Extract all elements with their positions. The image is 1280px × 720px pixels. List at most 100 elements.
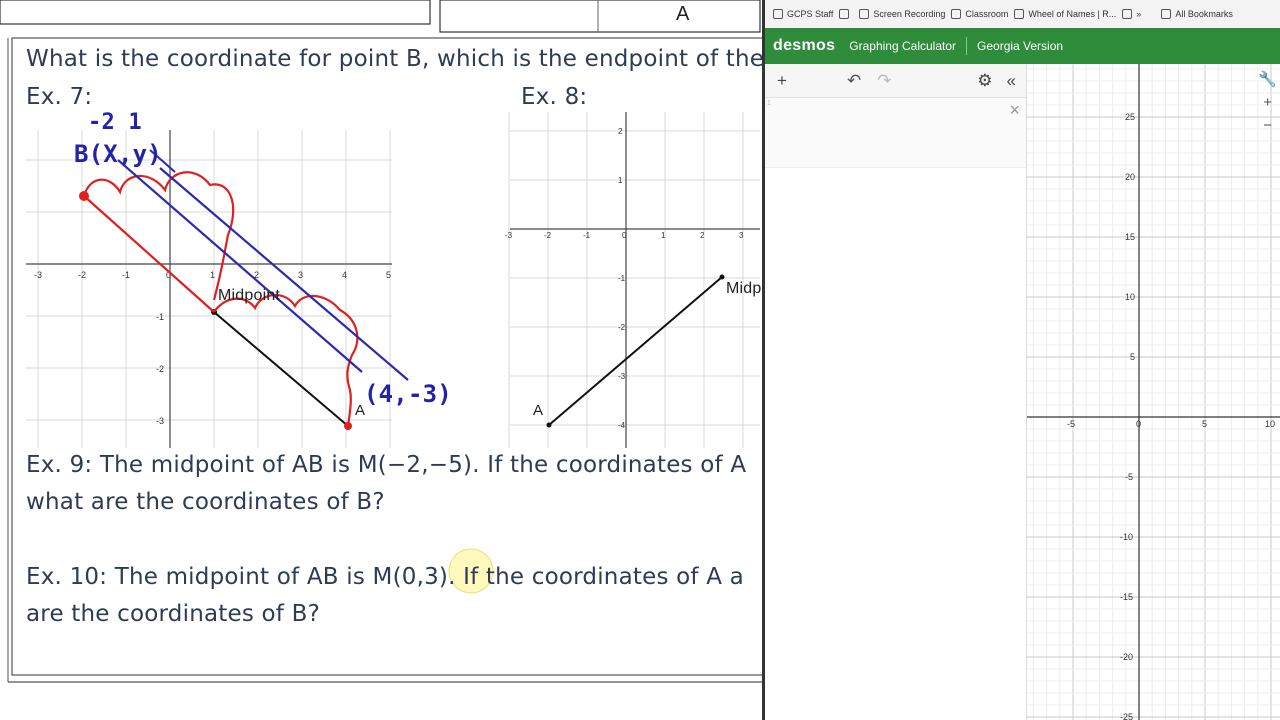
y-tick-label: -25 [1120, 712, 1133, 720]
bookmark-6[interactable]: All Bookmarks [1161, 9, 1233, 19]
ex7-segment [213, 311, 349, 427]
delete-expression-icon[interactable]: × [1009, 100, 1020, 121]
graph-canvas[interactable]: -10-50510252015105-5-10-15-20-25 [998, 64, 1280, 720]
red-ink-line [83, 195, 215, 313]
ex7-y-tick: -2 [156, 364, 164, 374]
y-tick-label: -15 [1120, 592, 1133, 602]
ex8-midpoint-dot [719, 274, 725, 280]
x-tick-label: 5 [1202, 419, 1207, 429]
wrench-icon[interactable]: 🔧 [1258, 70, 1277, 88]
ex8-point-a-label: A [533, 402, 544, 419]
red-ink-arc-upper [82, 171, 235, 301]
bookmark-0[interactable]: GCPS Staff [773, 9, 833, 19]
desmos-logo[interactable]: desmos [773, 37, 835, 55]
x-tick-label: 10 [1265, 419, 1275, 429]
more-icon [1122, 9, 1133, 19]
wheel-icon [1014, 9, 1025, 19]
bookmark-5[interactable]: » [1122, 9, 1141, 19]
ex8-point-a-dot [546, 422, 552, 428]
ex8-x-tick: 0 [622, 231, 627, 240]
ex7-y-tick: -1 [156, 312, 164, 322]
ex9-line1: Ex. 9: The midpoint of AB is M(−2,−5). I… [26, 452, 747, 478]
red-ink-arc-lower [213, 293, 359, 427]
ex7-x-tick: -1 [122, 270, 130, 280]
ex7-label: Ex. 7: [26, 84, 93, 110]
y-tick-label: 5 [1130, 352, 1135, 362]
x-tick-label: 0 [1136, 419, 1141, 429]
ex7-x-tick: -3 [34, 270, 42, 280]
ex8-x-tick: -1 [583, 231, 591, 240]
ex8-x-tick: -2 [544, 231, 552, 240]
bookmark-1[interactable] [839, 9, 853, 19]
ex7-x-tick: 4 [342, 270, 347, 280]
ex8-grid: -3 -2 -1 0 1 2 3 2 1 -1 -2 -3 -4 [505, 112, 760, 448]
y-tick-label: 20 [1125, 172, 1135, 182]
classroom-icon [951, 9, 962, 19]
expression-toolbar: + ↶ ↷ ⚙ « [765, 64, 1026, 98]
bookmark-label: Wheel of Names | R... [1028, 9, 1117, 19]
zoom-out-icon[interactable]: − [1263, 117, 1272, 134]
top-box-left [0, 0, 431, 25]
ex8-x-tick: 3 [739, 231, 744, 240]
ex10-line1: Ex. 10: The midpoint of AB is M(0,3). If… [26, 564, 744, 590]
ex8-x-tick: -3 [505, 231, 513, 240]
hw-point-a-coords: (4,-3) [364, 380, 452, 408]
redo-icon[interactable]: ↷ [877, 71, 891, 91]
bookmark-label: Classroom [965, 9, 1009, 19]
y-tick-label: -5 [1125, 472, 1133, 482]
hw-point-b: B(X,y) [74, 140, 162, 168]
ex8-y-tick: -3 [618, 372, 626, 381]
ex8-segment [548, 276, 723, 426]
ex8-x-tick: 2 [700, 231, 705, 240]
blue-ink-line-1 [117, 159, 363, 373]
bookmark-label: » [1136, 9, 1142, 19]
ex7-point-a-label: A [355, 402, 366, 419]
ex8-y-tick: 1 [618, 176, 623, 185]
bookmark-label: GCPS Staff [787, 9, 834, 19]
ex7-x-tick: 1 [210, 270, 215, 280]
y-tick-label: -20 [1120, 652, 1133, 662]
hw-top-coords: -2 1 [88, 110, 142, 135]
ex10-line2: are the coordinates of B? [26, 601, 320, 627]
ex9-line2: what are the coordinates of B? [26, 489, 385, 515]
ex8-y-tick: -1 [618, 274, 626, 283]
bookmarks-bar: GCPS Staff Screen Recording Classroom Wheel… [765, 0, 1280, 28]
add-expression-icon[interactable]: + [777, 71, 787, 91]
ex8-midpoint-label: Midp [726, 280, 762, 297]
y-tick-label: -10 [1120, 532, 1133, 542]
ex7-grid: -3 -2 -1 0 1 2 3 4 5-1-2-3 [26, 130, 392, 448]
bookmark-3[interactable]: Classroom [951, 9, 1008, 19]
ex7-x-tick: 3 [298, 270, 303, 280]
question-text: What is the coordinate for point B, whic… [26, 46, 762, 72]
desmos-version: Georgia Version [977, 39, 1064, 53]
y-tick-label: 15 [1125, 232, 1135, 242]
desmos-window: GCPS Staff Screen Recording Classroom Wheel… [762, 0, 1280, 720]
ex8-x-tick: 1 [661, 231, 666, 240]
ex7-x-tick: 5 [386, 270, 391, 280]
bookmark-label: All Bookmarks [1175, 9, 1233, 19]
record-icon [859, 9, 870, 19]
y-tick-label: 10 [1125, 292, 1135, 302]
graph-paper[interactable]: -10-50510252015105-5-10-15-20-25 🔧 + − [998, 64, 1280, 720]
header-divider [966, 37, 968, 55]
desmos-title: Graphing Calculator [849, 39, 957, 53]
ticket-icon [773, 9, 783, 19]
top-box-right [439, 0, 761, 33]
zoom-in-icon[interactable]: + [1263, 94, 1272, 111]
expression-panel: + ↶ ↷ ⚙ « × 1 [765, 64, 1027, 720]
settings-gear-icon[interactable]: ⚙ [977, 71, 992, 91]
undo-icon[interactable]: ↶ [847, 71, 861, 91]
worksheet: -3 -2 -1 0 1 2 3 4 5 -1 -2 -3 -3 -2 -1 0 1 2 3 2 1 -1 -2 -3 -4 … [0, 0, 762, 720]
ex8-y-tick: -2 [618, 323, 626, 332]
bookmark-2[interactable]: Screen Recording [859, 9, 945, 19]
bookmark-4[interactable]: Wheel of Names | R... [1014, 9, 1116, 19]
top-tab-text: A [676, 3, 690, 25]
x-tick-label: -5 [1067, 419, 1075, 429]
ex8-y-tick: 2 [618, 127, 623, 136]
expression-row-1[interactable]: × 1 [765, 98, 1026, 168]
blue-ink-line-2 [159, 167, 409, 381]
apps-grid-icon [839, 9, 850, 19]
collapse-panel-icon[interactable]: « [1007, 71, 1016, 91]
bookmark-label: Screen Recording [873, 9, 946, 19]
expression-index: 1 [767, 100, 771, 107]
